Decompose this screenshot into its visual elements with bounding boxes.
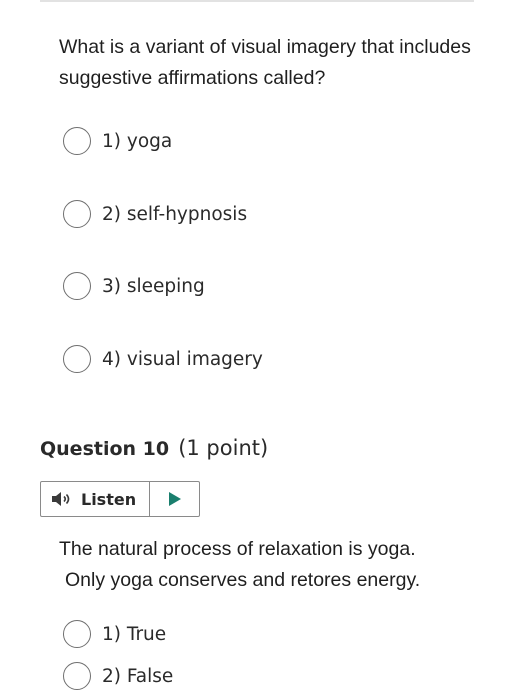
q9-option-1[interactable]: 1) yoga bbox=[63, 124, 172, 158]
q10-option-true[interactable]: 1) True bbox=[63, 617, 166, 651]
option-label: 2) self-hypnosis bbox=[102, 203, 248, 225]
question-points: (1 point) bbox=[178, 436, 269, 460]
play-button[interactable] bbox=[150, 482, 199, 516]
option-label: 3) sleeping bbox=[102, 275, 205, 297]
question-10-prompt: The natural process of relaxation is yog… bbox=[59, 534, 489, 596]
q9-option-4[interactable]: 4) visual imagery bbox=[63, 342, 263, 376]
q9-option-3[interactable]: 3) sleeping bbox=[63, 269, 205, 303]
speaker-icon bbox=[51, 491, 73, 507]
prompt-line-1: The natural process of relaxation is yog… bbox=[59, 538, 416, 560]
radio-button[interactable] bbox=[63, 127, 91, 155]
radio-button[interactable] bbox=[63, 662, 91, 690]
listen-widget: Listen bbox=[40, 481, 200, 517]
play-icon bbox=[168, 492, 182, 506]
radio-button[interactable] bbox=[63, 272, 91, 300]
option-label: 1) True bbox=[102, 623, 167, 645]
option-label: 2) False bbox=[102, 665, 174, 687]
radio-button[interactable] bbox=[63, 345, 91, 373]
q10-option-false[interactable]: 2) False bbox=[63, 659, 173, 693]
question-9-prompt: What is a variant of visual imagery that… bbox=[59, 36, 471, 89]
listen-button[interactable]: Listen bbox=[41, 482, 150, 516]
radio-button[interactable] bbox=[63, 200, 91, 228]
option-label: 1) yoga bbox=[102, 130, 173, 152]
prompt-line-2: Only yoga conserves and retores energy. bbox=[65, 569, 421, 591]
top-divider bbox=[40, 0, 474, 2]
question-title: Question 10 bbox=[40, 438, 170, 460]
question-10-header: Question 10 (1 point) bbox=[40, 436, 268, 460]
option-label: 4) visual imagery bbox=[102, 348, 263, 370]
radio-button[interactable] bbox=[63, 620, 91, 648]
q9-option-2[interactable]: 2) self-hypnosis bbox=[63, 197, 247, 231]
listen-label: Listen bbox=[81, 489, 137, 509]
